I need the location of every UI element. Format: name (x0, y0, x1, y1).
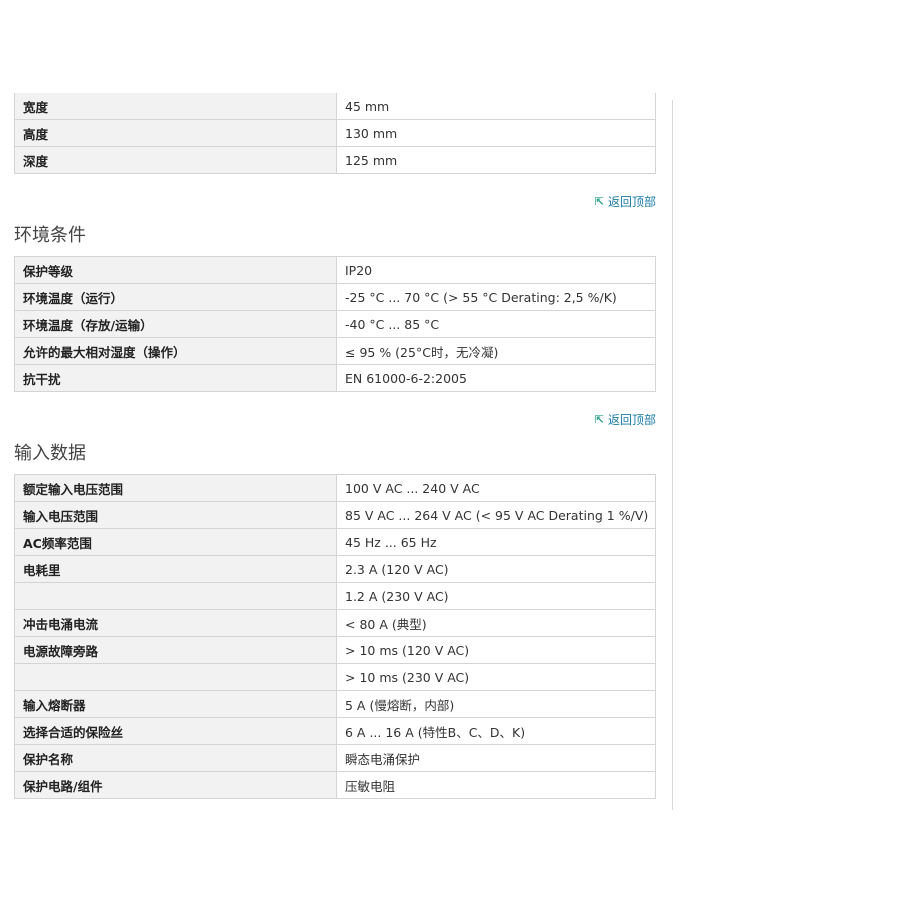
table-row: 深度 125 mm (14, 146, 656, 174)
table-row: 环境温度（运行） -25 °C ... 70 °C (> 55 °C Derat… (14, 283, 656, 311)
spec-label: 保护名称 (14, 744, 337, 772)
back-to-top-label: 返回顶部 (607, 413, 656, 427)
back-to-top-link[interactable]: ⇱ 返回顶部 (595, 193, 656, 210)
spec-value: 6 A ... 16 A (特性B、C、D、K) (336, 717, 656, 745)
spec-label: 环境温度（运行） (14, 283, 337, 311)
table-row: 电耗里 2.3 A (120 V AC) (14, 555, 656, 583)
table-row: 冲击电涌电流 < 80 A (典型) (14, 609, 656, 637)
spec-value: 5 A (慢熔断，内部) (336, 690, 656, 718)
table-row: 宽度 45 mm (14, 93, 656, 120)
table-row: 抗干扰 EN 61000-6-2:2005 (14, 364, 656, 392)
spec-label: 额定输入电压范围 (14, 474, 337, 502)
spec-label: 选择合适的保险丝 (14, 717, 337, 745)
section-title-input: 输入数据 (14, 443, 86, 464)
table-row: 保护名称 瞬态电涌保护 (14, 744, 656, 772)
spec-value: < 80 A (典型) (336, 609, 656, 637)
spec-label (14, 582, 337, 610)
spec-value: 130 mm (336, 119, 656, 147)
spec-label (14, 663, 337, 691)
spec-value: 85 V AC ... 264 V AC (< 95 V AC Derating… (336, 501, 656, 529)
table-row: 1.2 A (230 V AC) (14, 582, 656, 610)
spec-value: > 10 ms (230 V AC) (336, 663, 656, 691)
spec-value: 2.3 A (120 V AC) (336, 555, 656, 583)
spec-label: 输入熔断器 (14, 690, 337, 718)
back-to-top-link[interactable]: ⇱ 返回顶部 (595, 411, 656, 428)
spec-value: 125 mm (336, 146, 656, 174)
table-row: AC频率范围 45 Hz ... 65 Hz (14, 528, 656, 556)
spec-value: -25 °C ... 70 °C (> 55 °C Derating: 2,5 … (336, 283, 656, 311)
spec-label: 深度 (14, 146, 337, 174)
spec-label: 电耗里 (14, 555, 337, 583)
spec-label: 保护电路/组件 (14, 771, 337, 799)
section-title-environment: 环境条件 (14, 225, 86, 246)
spec-label: 宽度 (14, 93, 337, 120)
spec-value: 1.2 A (230 V AC) (336, 582, 656, 610)
table-row: 选择合适的保险丝 6 A ... 16 A (特性B、C、D、K) (14, 717, 656, 745)
spec-label: 保护等级 (14, 256, 337, 284)
arrow-up-left-icon: ⇱ (594, 413, 604, 426)
table-row: 输入熔断器 5 A (慢熔断，内部) (14, 690, 656, 718)
table-row: 保护等级 IP20 (14, 256, 656, 284)
spec-label: 环境温度（存放/运输） (14, 310, 337, 338)
dimensions-table-container: 宽度 45 mm 高度 130 mm 深度 125 mm (14, 93, 656, 174)
spec-label: 电源故障旁路 (14, 636, 337, 664)
input-table-container: 额定输入电压范围 100 V AC ... 240 V AC 输入电压范围 85… (14, 474, 656, 799)
spec-value: -40 °C ... 85 °C (336, 310, 656, 338)
spec-label: 冲击电涌电流 (14, 609, 337, 637)
environment-table: 保护等级 IP20 环境温度（运行） -25 °C ... 70 °C (> 5… (14, 256, 656, 392)
back-to-top-label: 返回顶部 (607, 195, 656, 209)
table-row: 环境温度（存放/运输） -40 °C ... 85 °C (14, 310, 656, 338)
arrow-up-left-icon: ⇱ (594, 195, 604, 208)
table-row: 允许的最大相对湿度（操作） ≤ 95 % (25°C时，无冷凝) (14, 337, 656, 365)
spec-value: ≤ 95 % (25°C时，无冷凝) (336, 337, 656, 365)
table-row: 高度 130 mm (14, 119, 656, 147)
spec-value: 45 Hz ... 65 Hz (336, 528, 656, 556)
content-divider (672, 100, 673, 810)
table-row: 输入电压范围 85 V AC ... 264 V AC (< 95 V AC D… (14, 501, 656, 529)
spec-label: AC频率范围 (14, 528, 337, 556)
environment-table-container: 保护等级 IP20 环境温度（运行） -25 °C ... 70 °C (> 5… (14, 256, 656, 392)
table-row: 保护电路/组件 压敏电阻 (14, 771, 656, 799)
spec-value: 45 mm (336, 93, 656, 120)
spec-value: IP20 (336, 256, 656, 284)
spec-label: 允许的最大相对湿度（操作） (14, 337, 337, 365)
table-row: > 10 ms (230 V AC) (14, 663, 656, 691)
spec-value: 100 V AC ... 240 V AC (336, 474, 656, 502)
table-row: 额定输入电压范围 100 V AC ... 240 V AC (14, 474, 656, 502)
spec-value: 瞬态电涌保护 (336, 744, 656, 772)
dimensions-table: 宽度 45 mm 高度 130 mm 深度 125 mm (14, 93, 656, 174)
spec-value: 压敏电阻 (336, 771, 656, 799)
spec-label: 抗干扰 (14, 364, 337, 392)
spec-value: > 10 ms (120 V AC) (336, 636, 656, 664)
spec-value: EN 61000-6-2:2005 (336, 364, 656, 392)
input-table: 额定输入电压范围 100 V AC ... 240 V AC 输入电压范围 85… (14, 474, 656, 799)
spec-label: 高度 (14, 119, 337, 147)
table-row: 电源故障旁路 > 10 ms (120 V AC) (14, 636, 656, 664)
spec-label: 输入电压范围 (14, 501, 337, 529)
